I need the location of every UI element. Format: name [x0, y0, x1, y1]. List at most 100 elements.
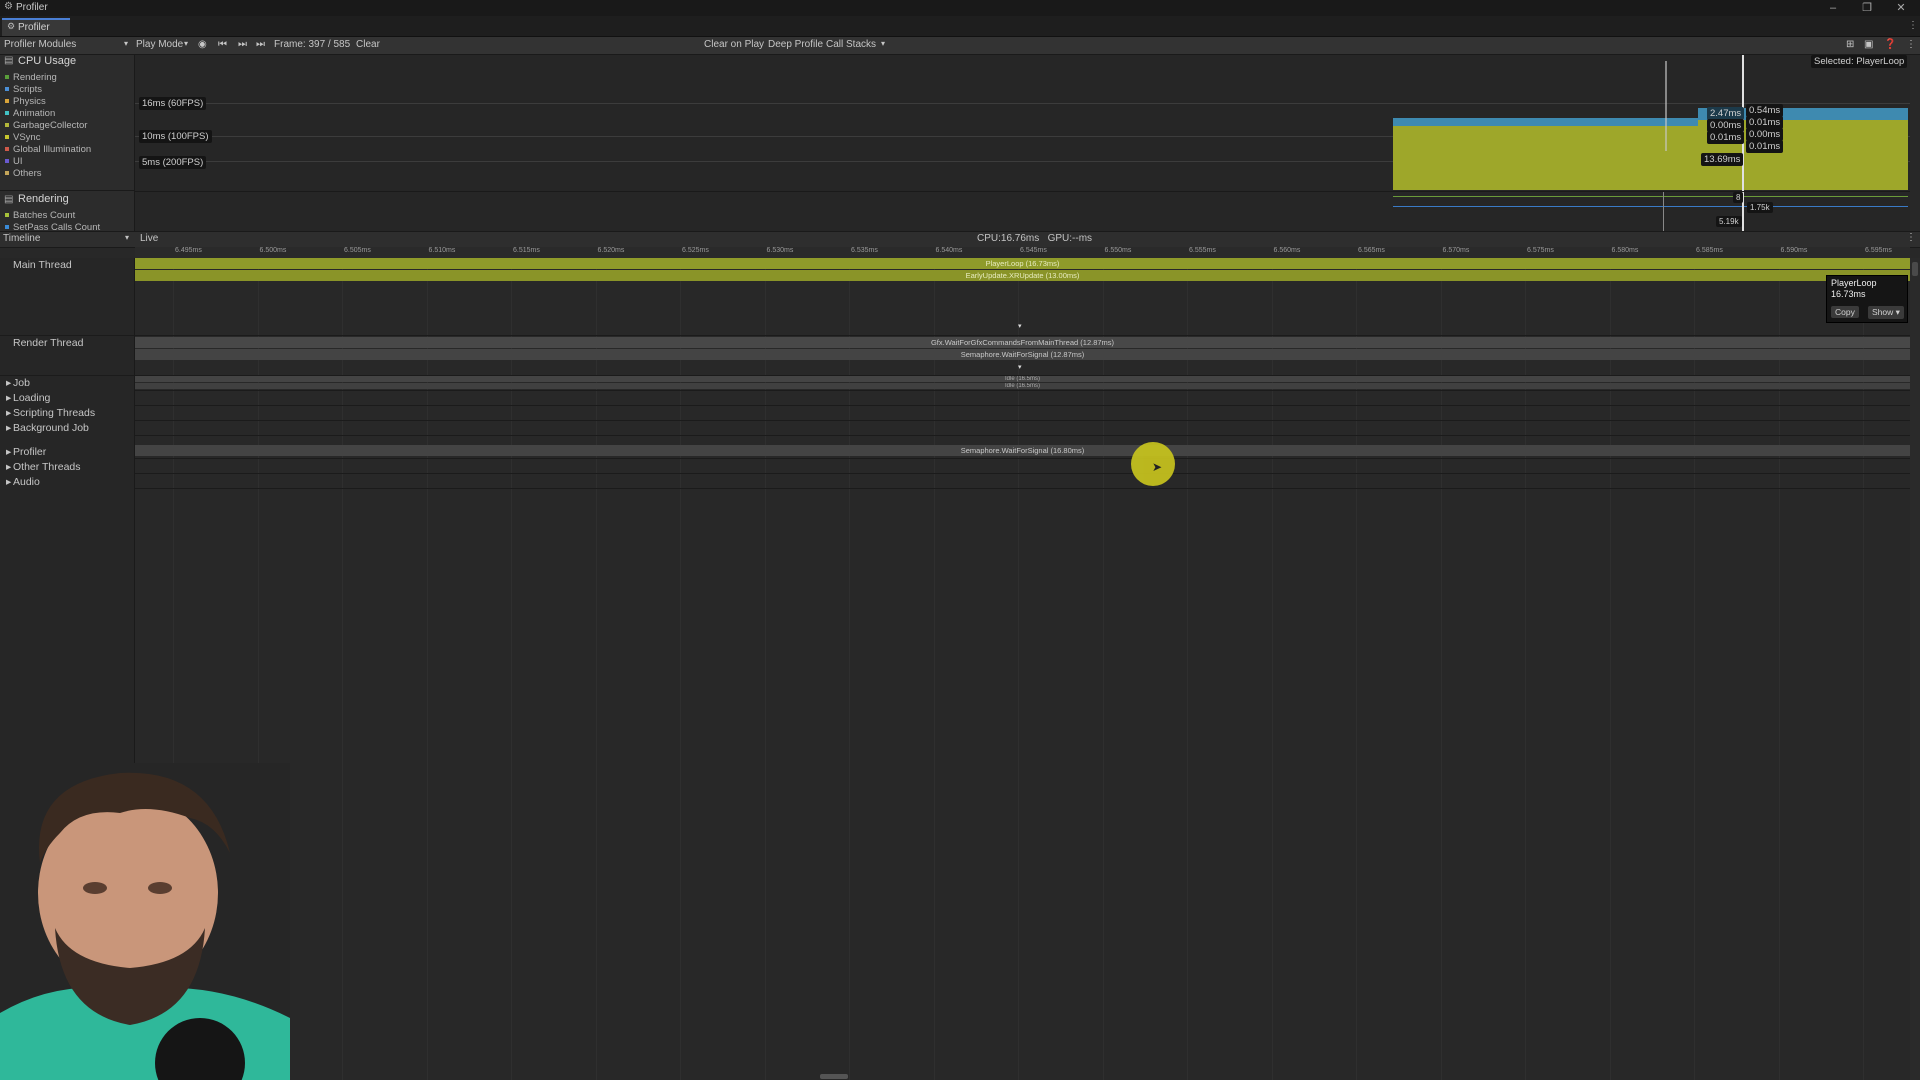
- thread-audio[interactable]: Audio: [13, 476, 40, 488]
- ruler-tick-label: 6.570ms: [1442, 247, 1470, 254]
- legend-color-swatch: [5, 171, 9, 176]
- copy-button[interactable]: Copy: [1831, 306, 1859, 318]
- scrollbar-thumb[interactable]: [1912, 262, 1918, 276]
- legend-label: Batches Count: [13, 210, 76, 221]
- expand-arrow-icon[interactable]: ▸: [6, 476, 11, 488]
- expand-arrow-icon[interactable]: ▸: [6, 461, 11, 473]
- legend-label: Physics: [13, 96, 46, 107]
- time-ruler[interactable]: 6.495ms 6.500ms 6.505ms 6.510ms 6.515ms 6.520…: [135, 247, 1910, 258]
- live-toggle[interactable]: Live: [140, 233, 158, 244]
- expand-arrow-icon[interactable]: ▸: [6, 407, 11, 419]
- tab-profiler[interactable]: ⚙ Profiler: [2, 18, 70, 36]
- close-button[interactable]: ✕: [1890, 0, 1912, 16]
- legend-color-swatch: [5, 147, 9, 152]
- first-frame-icon[interactable]: ⏮: [218, 39, 227, 50]
- expand-arrow-icon[interactable]: ▸: [6, 377, 11, 389]
- maximize-button[interactable]: ❐: [1856, 0, 1878, 16]
- legend-item[interactable]: Animation: [5, 108, 55, 119]
- help-icon[interactable]: ❓: [1884, 39, 1896, 50]
- profiler-modules-dropdown[interactable]: Profiler Modules: [4, 39, 76, 50]
- expand-arrow-icon[interactable]: ▸: [6, 422, 11, 434]
- rendering-title[interactable]: Rendering: [18, 193, 69, 205]
- ruler-tick-label: 6.560ms: [1273, 247, 1301, 254]
- save-icon[interactable]: ▣: [1864, 39, 1873, 50]
- chevron-down-icon[interactable]: ▾: [881, 39, 885, 48]
- chevron-down-icon[interactable]: ▾: [125, 233, 129, 242]
- ruler-tick-label: 6.590ms: [1780, 247, 1808, 254]
- cpu-usage-graph[interactable]: 16ms (60FPS) 10ms (100FPS) 5ms (200FPS) …: [135, 55, 1910, 191]
- expand-arrow-icon[interactable]: ▸: [6, 446, 11, 458]
- timeline-view-dropdown[interactable]: Timeline: [3, 233, 40, 244]
- legend-item[interactable]: Scripts: [5, 84, 42, 95]
- sample-semaphore-render[interactable]: Semaphore.WaitForSignal (12.87ms): [135, 349, 1910, 360]
- minimize-button[interactable]: –: [1822, 0, 1844, 16]
- rendering-icon: ▤: [4, 194, 14, 205]
- tab-menu-icon[interactable]: ⋮: [1908, 20, 1918, 31]
- collapse-arrow-icon[interactable]: ▾: [1018, 322, 1022, 330]
- expand-arrow-icon[interactable]: ▸: [6, 392, 11, 404]
- legend-color-swatch: [5, 111, 9, 116]
- load-icon[interactable]: ⊞: [1846, 39, 1854, 50]
- sample-job-idle[interactable]: Idle (16.5ms): [135, 383, 1910, 389]
- thread-loading[interactable]: Loading: [13, 392, 50, 404]
- deep-profile-button[interactable]: Deep Profile: [768, 39, 823, 50]
- ruler-tick-label: 6.575ms: [1527, 247, 1554, 254]
- sample-job-idle[interactable]: Idle (16.5ms): [135, 376, 1910, 382]
- thread-job[interactable]: Job: [13, 377, 30, 389]
- chevron-down-icon[interactable]: ▾: [124, 39, 128, 48]
- legend-color-swatch: [5, 75, 9, 80]
- thread-background-job[interactable]: Background Job: [13, 422, 89, 434]
- cpu-usage-title[interactable]: CPU Usage: [18, 55, 76, 67]
- ruler-tick-label: 6.495ms: [175, 247, 202, 254]
- play-mode-dropdown[interactable]: Play Mode: [136, 39, 183, 50]
- sample-earlyupdate[interactable]: EarlyUpdate.XRUpdate (13.00ms): [135, 270, 1910, 281]
- ruler-tick-label: 6.565ms: [1358, 247, 1385, 254]
- collapse-arrow-icon[interactable]: ▾: [1018, 363, 1022, 371]
- thread-profiler[interactable]: Profiler: [13, 446, 46, 458]
- tab-label: Profiler: [18, 22, 50, 33]
- clear-button[interactable]: Clear: [356, 39, 380, 50]
- thread-scripting[interactable]: Scripting Threads: [13, 407, 95, 419]
- horizontal-scrollbar-thumb[interactable]: [820, 1074, 848, 1079]
- more-icon[interactable]: ⋮: [1906, 39, 1916, 50]
- legend-label: UI: [13, 156, 23, 167]
- ruler-tick-label: 6.525ms: [682, 247, 709, 254]
- sample-semaphore-profiler[interactable]: Semaphore.WaitForSignal (16.80ms): [135, 445, 1910, 456]
- call-stacks-button[interactable]: Call Stacks: [826, 39, 876, 50]
- thread-other[interactable]: Other Threads: [13, 461, 81, 473]
- timeline-body[interactable]: PlayerLoop (16.73ms) EarlyUpdate.XRUpdat…: [135, 258, 1910, 1080]
- thread-render[interactable]: Render Thread: [13, 337, 83, 349]
- legend-item[interactable]: Others: [5, 168, 42, 179]
- legend-item[interactable]: VSync: [5, 132, 40, 143]
- render-value: 8: [1733, 192, 1744, 203]
- last-frame-icon[interactable]: ⏭: [256, 39, 265, 50]
- ruler-tick-label: 6.580ms: [1611, 247, 1639, 254]
- legend-item[interactable]: Global Illumination: [5, 144, 91, 155]
- ruler-tick-label: 6.535ms: [851, 247, 878, 254]
- graph-spike: [1665, 61, 1667, 151]
- ruler-tick-label: 6.550ms: [1104, 247, 1132, 254]
- ruler-tick-label: 6.545ms: [1020, 247, 1047, 254]
- show-button[interactable]: Show ▾: [1868, 306, 1904, 319]
- legend-item[interactable]: GarbageCollector: [5, 120, 87, 131]
- chevron-down-icon[interactable]: ▾: [184, 39, 188, 48]
- legend-item[interactable]: UI: [5, 156, 23, 167]
- title-bar: ⚙ Profiler – ❐ ✕: [0, 0, 1920, 16]
- legend-item[interactable]: Rendering: [5, 72, 57, 83]
- legend-color-swatch: [5, 99, 9, 104]
- legend-item[interactable]: Physics: [5, 96, 46, 107]
- more-icon[interactable]: ⋮: [1906, 232, 1916, 243]
- clear-on-play-button[interactable]: Clear on Play: [704, 39, 764, 50]
- legend-item[interactable]: Batches Count: [5, 210, 75, 221]
- ruler-tick-label: 6.540ms: [935, 247, 963, 254]
- sample-gfx-wait[interactable]: Gfx.WaitForGfxCommandsFromMainThread (12…: [135, 337, 1910, 348]
- timeline-header: Timeline ▾ Live CPU:16.76ms GPU:--ms ⋮: [0, 231, 1920, 248]
- record-icon[interactable]: ◉: [198, 39, 207, 50]
- render-value: 5.19k: [1716, 216, 1742, 227]
- rendering-graph[interactable]: 8 1.75k 5.19k: [135, 191, 1910, 232]
- ruler-tick-label: 6.515ms: [513, 247, 540, 254]
- sample-playerloop[interactable]: PlayerLoop (16.73ms): [135, 258, 1910, 269]
- next-frame-icon[interactable]: ⏭: [238, 39, 247, 50]
- timeline-scrollbar[interactable]: [1910, 258, 1920, 1080]
- thread-main[interactable]: Main Thread: [13, 259, 72, 271]
